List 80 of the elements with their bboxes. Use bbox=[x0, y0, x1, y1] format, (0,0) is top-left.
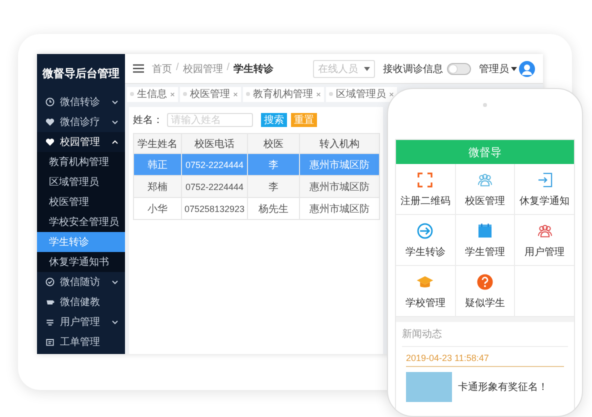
table-cell: 小华 bbox=[148, 204, 168, 214]
table-cell: 惠州市城区防 bbox=[310, 204, 370, 214]
column-header: 转入机构 bbox=[300, 134, 380, 154]
list-icon bbox=[45, 337, 55, 347]
sidebar-subitem[interactable]: 区域管理员 bbox=[37, 172, 125, 192]
menu-tile[interactable]: 注册二维码 bbox=[396, 164, 455, 214]
sidebar-title: 微督导后台管理 bbox=[41, 66, 120, 82]
column-header: 校医 bbox=[248, 134, 300, 154]
sidebar-item-label: 微信转诊 bbox=[60, 96, 101, 109]
news-title[interactable]: 卡通形象有奖征名！ bbox=[458, 380, 548, 394]
page-tab[interactable]: 教育机构管理 bbox=[243, 86, 324, 102]
menu-tile[interactable]: 校医管理 bbox=[456, 164, 514, 214]
breadcrumb-link[interactable]: 学生转诊 bbox=[234, 62, 274, 76]
app-title-bar: 微督导 bbox=[396, 140, 574, 164]
close-icon[interactable] bbox=[389, 92, 394, 96]
breadcrumb-link[interactable]: 校园管理 bbox=[182, 62, 223, 76]
menu-icon[interactable] bbox=[133, 64, 144, 73]
table-cell: 郑楠 bbox=[148, 182, 168, 192]
calendar-icon bbox=[476, 222, 494, 240]
menu-tile[interactable]: 学生管理 bbox=[456, 215, 514, 265]
clock-icon bbox=[45, 97, 55, 107]
scan-icon bbox=[416, 170, 434, 188]
menu-tile[interactable]: 疑似学生 bbox=[456, 266, 514, 316]
sidebar-item[interactable]: 工单管理 bbox=[37, 332, 125, 352]
table-cell: 李 bbox=[268, 160, 278, 170]
enter-box-icon bbox=[536, 170, 554, 188]
breadcrumb-separator: / bbox=[226, 62, 230, 74]
sidebar-item[interactable]: 微信诊疗 bbox=[37, 112, 125, 132]
page-tab[interactable]: 生信息 bbox=[127, 86, 178, 102]
users-icon bbox=[45, 317, 55, 327]
sidebar-item-label: 微信随访 bbox=[60, 276, 101, 289]
page-tab[interactable]: 校医管理 bbox=[180, 86, 241, 102]
table-cell: 075258132923 bbox=[184, 204, 245, 214]
table-cell: 惠州市城区防 bbox=[310, 182, 370, 192]
sidebar-item[interactable]: 微信转诊 bbox=[37, 92, 125, 112]
table-cell: 0752-2224444 bbox=[185, 160, 244, 170]
toggle-label: 接收调诊信息 bbox=[383, 62, 443, 76]
table-cell: 杨先生 bbox=[258, 204, 288, 214]
user-menu[interactable]: 管理员 bbox=[479, 62, 509, 76]
close-icon[interactable] bbox=[170, 92, 175, 96]
breadcrumb-separator: / bbox=[176, 62, 179, 74]
photo-placeholder bbox=[406, 372, 452, 402]
sidebar-item[interactable]: 微信健教 bbox=[37, 292, 125, 312]
sidebar-item-label: 校园管理 bbox=[60, 136, 101, 149]
sidebar-item-label: 工单管理 bbox=[60, 336, 101, 349]
sidebar-item-label: 微信健教 bbox=[60, 296, 101, 309]
menu-tile[interactable]: 学校管理 bbox=[396, 266, 455, 316]
sidebar-subitem[interactable]: 校医管理 bbox=[37, 192, 125, 212]
column-header: 校医电话 bbox=[182, 134, 248, 154]
table-row[interactable]: 小华 075258132923 杨先生 惠州市城区防 bbox=[134, 198, 380, 220]
caret-icon bbox=[364, 66, 370, 70]
table-cell: 韩正 bbox=[148, 160, 168, 170]
toggle-switch[interactable] bbox=[447, 62, 471, 74]
close-icon[interactable] bbox=[233, 92, 238, 96]
table-cell: 李 bbox=[268, 182, 278, 192]
sidebar-item-label: 用户管理 bbox=[60, 316, 101, 329]
check-circle-icon bbox=[45, 277, 55, 287]
sidebar-item-label: 微信诊疗 bbox=[60, 116, 101, 129]
close-icon[interactable] bbox=[316, 92, 321, 96]
table-row[interactable]: 郑楠 0752-2224444 李 惠州市城区防 bbox=[134, 176, 380, 198]
menu-tile[interactable]: 用户管理 bbox=[515, 215, 574, 265]
menu-tile[interactable]: 休复学通知 bbox=[515, 164, 574, 214]
column-header: 学生姓名 bbox=[134, 134, 182, 154]
search-label: 姓名： bbox=[133, 114, 163, 127]
menu-tile[interactable]: 学生转诊 bbox=[396, 215, 455, 265]
avatar-icon[interactable] bbox=[519, 60, 535, 76]
page-tab[interactable]: 区域管理员 bbox=[326, 86, 397, 102]
section-heading: 新闻动态 bbox=[402, 327, 568, 347]
speaker-dot bbox=[483, 103, 487, 107]
sidebar-subitem[interactable]: 学校安全管理员 bbox=[37, 212, 125, 232]
sidebar-item[interactable]: 微信随访 bbox=[37, 272, 125, 292]
sidebar-item[interactable]: 用户管理 bbox=[37, 312, 125, 332]
breadcrumb-link[interactable]: 首页 bbox=[152, 62, 172, 76]
sidebar-subitem[interactable]: 休复学通知书 bbox=[37, 252, 125, 272]
question-icon bbox=[476, 272, 494, 290]
news-date: 2019-04-23 11:58:47 bbox=[406, 353, 564, 367]
sidebar-subitem[interactable]: 教育机构管理 bbox=[37, 152, 125, 172]
table-cell: 惠州市城区防 bbox=[310, 160, 370, 170]
table-cell: 0752-2224444 bbox=[185, 182, 244, 192]
caret-icon bbox=[511, 66, 517, 70]
